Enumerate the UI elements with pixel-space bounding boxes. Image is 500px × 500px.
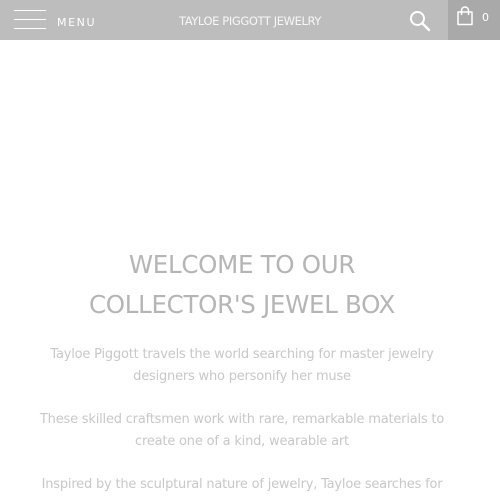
menu-label: MENU xyxy=(57,16,97,29)
paragraph-2-line-1: These skilled craftsmen work with rare, … xyxy=(39,412,445,427)
search-icon xyxy=(410,11,431,32)
intro-paragraph-1: Tayloe Piggott travels the world searchi… xyxy=(0,344,484,388)
page: MENU TAYLOE PIGGOTT JEWELRY 0 WELCOME TO… xyxy=(0,0,500,500)
cart-count-badge: 0 xyxy=(482,11,489,24)
intro-paragraph-3: Inspired by the sculptural nature of jew… xyxy=(0,474,484,496)
paragraph-2-line-2: create one of a kind, wearable art xyxy=(135,434,349,449)
hamburger-icon xyxy=(14,10,46,30)
shopping-bag-icon xyxy=(457,6,473,26)
page-title: WELCOME TO OUR COLLECTOR'S JEWEL BOX xyxy=(0,245,484,325)
cart-button[interactable]: 0 xyxy=(448,0,500,40)
brand-logo-link[interactable]: TAYLOE PIGGOTT JEWELRY xyxy=(150,14,350,28)
heading-line-2: COLLECTOR'S JEWEL BOX xyxy=(88,290,396,319)
paragraph-1-line-2: designers who personify her muse xyxy=(133,369,351,384)
heading-line-1: WELCOME TO OUR xyxy=(128,250,356,279)
search-button[interactable] xyxy=(408,9,432,33)
welcome-section: WELCOME TO OUR COLLECTOR'S JEWEL BOX Tay… xyxy=(0,245,484,492)
top-navigation-bar: MENU TAYLOE PIGGOTT JEWELRY 0 xyxy=(0,0,500,40)
paragraph-1-line-1: Tayloe Piggott travels the world searchi… xyxy=(50,347,434,362)
intro-paragraph-2: These skilled craftsmen work with rare, … xyxy=(0,409,484,453)
menu-button[interactable]: MENU xyxy=(0,0,110,40)
paragraph-3-line-1: Inspired by the sculptural nature of jew… xyxy=(41,477,443,492)
